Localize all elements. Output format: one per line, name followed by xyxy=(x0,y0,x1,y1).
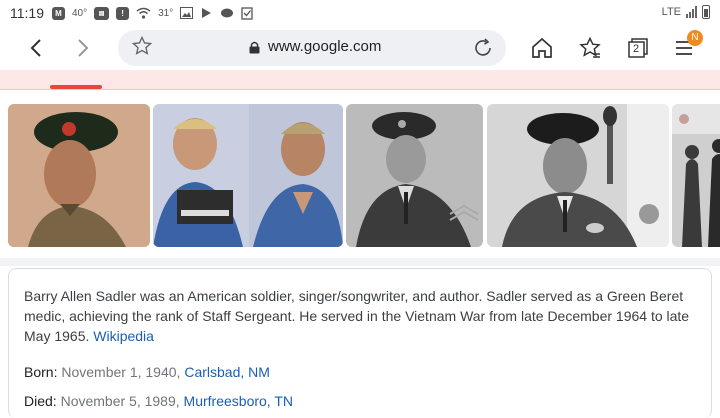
forward-button[interactable] xyxy=(69,34,97,62)
temperature-reading-2: 31° xyxy=(158,7,174,19)
gallery-icon xyxy=(180,6,194,20)
knowledge-panel: Barry Allen Sadler was an American soldi… xyxy=(8,268,712,418)
section-divider xyxy=(0,258,720,266)
signal-icon xyxy=(686,6,697,18)
messenger-icon: M xyxy=(52,6,65,20)
mugshot-photo xyxy=(153,104,343,247)
bird-icon xyxy=(220,6,234,20)
image-result-3[interactable] xyxy=(346,104,483,247)
status-right: LTE xyxy=(662,5,710,19)
born-label: Born: xyxy=(24,364,58,380)
search-header-strip xyxy=(0,70,720,90)
died-place-link[interactable]: Murfreesboro, TN xyxy=(184,393,293,409)
network-label: LTE xyxy=(661,6,681,18)
soldier-green-beret-photo xyxy=(8,104,150,247)
address-bar[interactable]: www.google.com xyxy=(118,30,506,66)
born-place-link[interactable]: Carlsbad, NM xyxy=(184,364,270,380)
died-label: Died: xyxy=(24,393,57,409)
task-icon xyxy=(241,6,253,20)
description: Barry Allen Sadler was an American soldi… xyxy=(24,286,694,346)
image-result-4[interactable] xyxy=(487,104,669,247)
url-text[interactable]: www.google.com xyxy=(268,38,381,55)
bookmark-star-icon[interactable] xyxy=(130,35,154,60)
air-force-uniform-photo xyxy=(346,104,483,247)
born-fact: Born: November 1, 1940, Carlsbad, NM xyxy=(24,364,270,380)
chevron-right-icon xyxy=(78,39,89,57)
tab-count: 2 xyxy=(633,43,640,55)
image-result-1[interactable] xyxy=(8,104,150,247)
menu-button[interactable]: N xyxy=(674,30,703,60)
bookmarks-icon[interactable] xyxy=(578,36,602,60)
back-button[interactable] xyxy=(22,34,50,62)
silhouette-photo xyxy=(672,104,720,247)
status-bar: 11:19 M 40° ▤ ! 31° xyxy=(0,0,720,26)
temperature-reading: 40° xyxy=(72,7,88,19)
died-date: November 5, 1989, xyxy=(60,393,184,409)
home-icon[interactable] xyxy=(530,36,554,60)
wifi-icon xyxy=(136,6,151,20)
image-result-5[interactable] xyxy=(672,104,720,247)
image-result-2[interactable] xyxy=(153,104,343,247)
notification-badge: N xyxy=(687,30,703,46)
wikipedia-link[interactable]: Wikipedia xyxy=(93,328,154,344)
chevron-left-icon xyxy=(30,39,41,57)
born-date: November 1, 1940, xyxy=(61,364,185,380)
news-icon: ▤ xyxy=(94,6,110,20)
died-fact: Died: November 5, 1989, Murfreesboro, TN xyxy=(24,393,293,409)
reload-icon[interactable] xyxy=(472,37,494,59)
active-tab-indicator xyxy=(50,85,102,89)
clock: 11:19 xyxy=(10,5,44,21)
browser-toolbar: www.google.com 2 N xyxy=(0,26,720,70)
play-icon xyxy=(200,6,213,20)
battery-icon xyxy=(702,5,710,19)
image-carousel[interactable] xyxy=(0,104,720,247)
alert-icon: ! xyxy=(116,6,130,20)
tabs-button[interactable]: 2 xyxy=(626,36,650,60)
lock-icon xyxy=(249,41,260,54)
beret-singing-photo xyxy=(487,104,669,247)
